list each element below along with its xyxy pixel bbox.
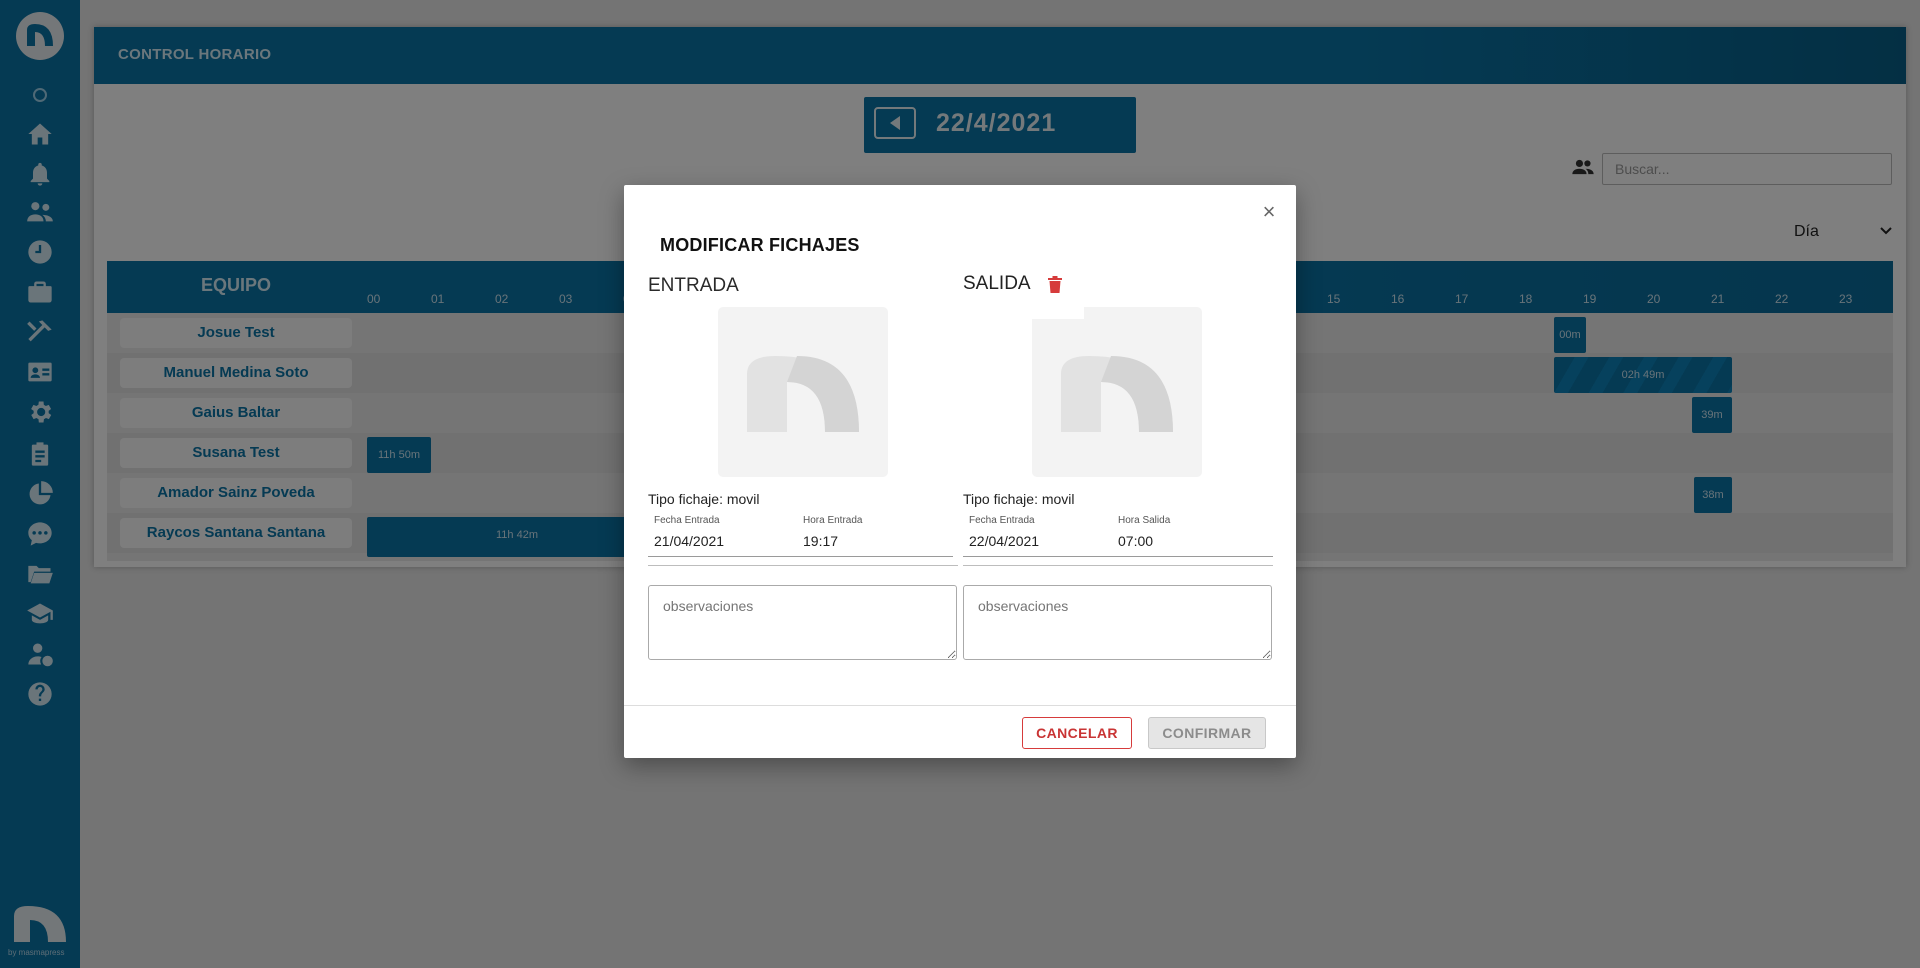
salida-hora-value[interactable]: 07:00 [1118, 533, 1153, 549]
salida-heading: SALIDA [963, 273, 1031, 294]
confirm-button[interactable]: CONFIRMAR [1148, 717, 1266, 749]
entrada-hora-label: Hora Entrada [803, 515, 863, 526]
entrada-heading: ENTRADA [648, 275, 739, 296]
salida-heading-spotlight: SALIDA [938, 249, 1084, 319]
entrada-tipo: Tipo fichaje: movil [648, 491, 760, 507]
modal-title: MODIFICAR FICHAJES [660, 235, 860, 255]
salida-hora-label: Hora Salida [1118, 515, 1171, 526]
salida-fields[interactable]: Fecha Entrada 22/04/2021 Hora Salida 07:… [963, 515, 1273, 557]
entrada-fecha-value[interactable]: 21/04/2021 [654, 533, 724, 549]
entrada-photo [718, 307, 888, 477]
cancel-button[interactable]: CANCELAR [1022, 717, 1132, 749]
entrada-fields[interactable]: Fecha Entrada 21/04/2021 Hora Entrada 19… [648, 515, 953, 557]
divider [963, 565, 1273, 566]
entrada-observaciones-input[interactable] [648, 585, 957, 660]
entrada-fecha-label: Fecha Entrada [654, 515, 720, 526]
placeholder-logo-icon [747, 356, 859, 432]
salida-tipo: Tipo fichaje: movil [963, 491, 1075, 507]
placeholder-logo-icon [1061, 356, 1173, 432]
salida-fecha-label: Fecha Entrada [969, 515, 1035, 526]
salida-observaciones-input[interactable] [963, 585, 1272, 660]
entrada-hora-value[interactable]: 19:17 [803, 533, 838, 549]
salida-fecha-value[interactable]: 22/04/2021 [969, 533, 1039, 549]
close-icon[interactable]: × [1260, 201, 1278, 223]
divider [648, 565, 958, 566]
salida-photo [1032, 307, 1202, 477]
trash-icon[interactable] [1048, 276, 1062, 293]
modal-footer-divider [624, 705, 1296, 706]
